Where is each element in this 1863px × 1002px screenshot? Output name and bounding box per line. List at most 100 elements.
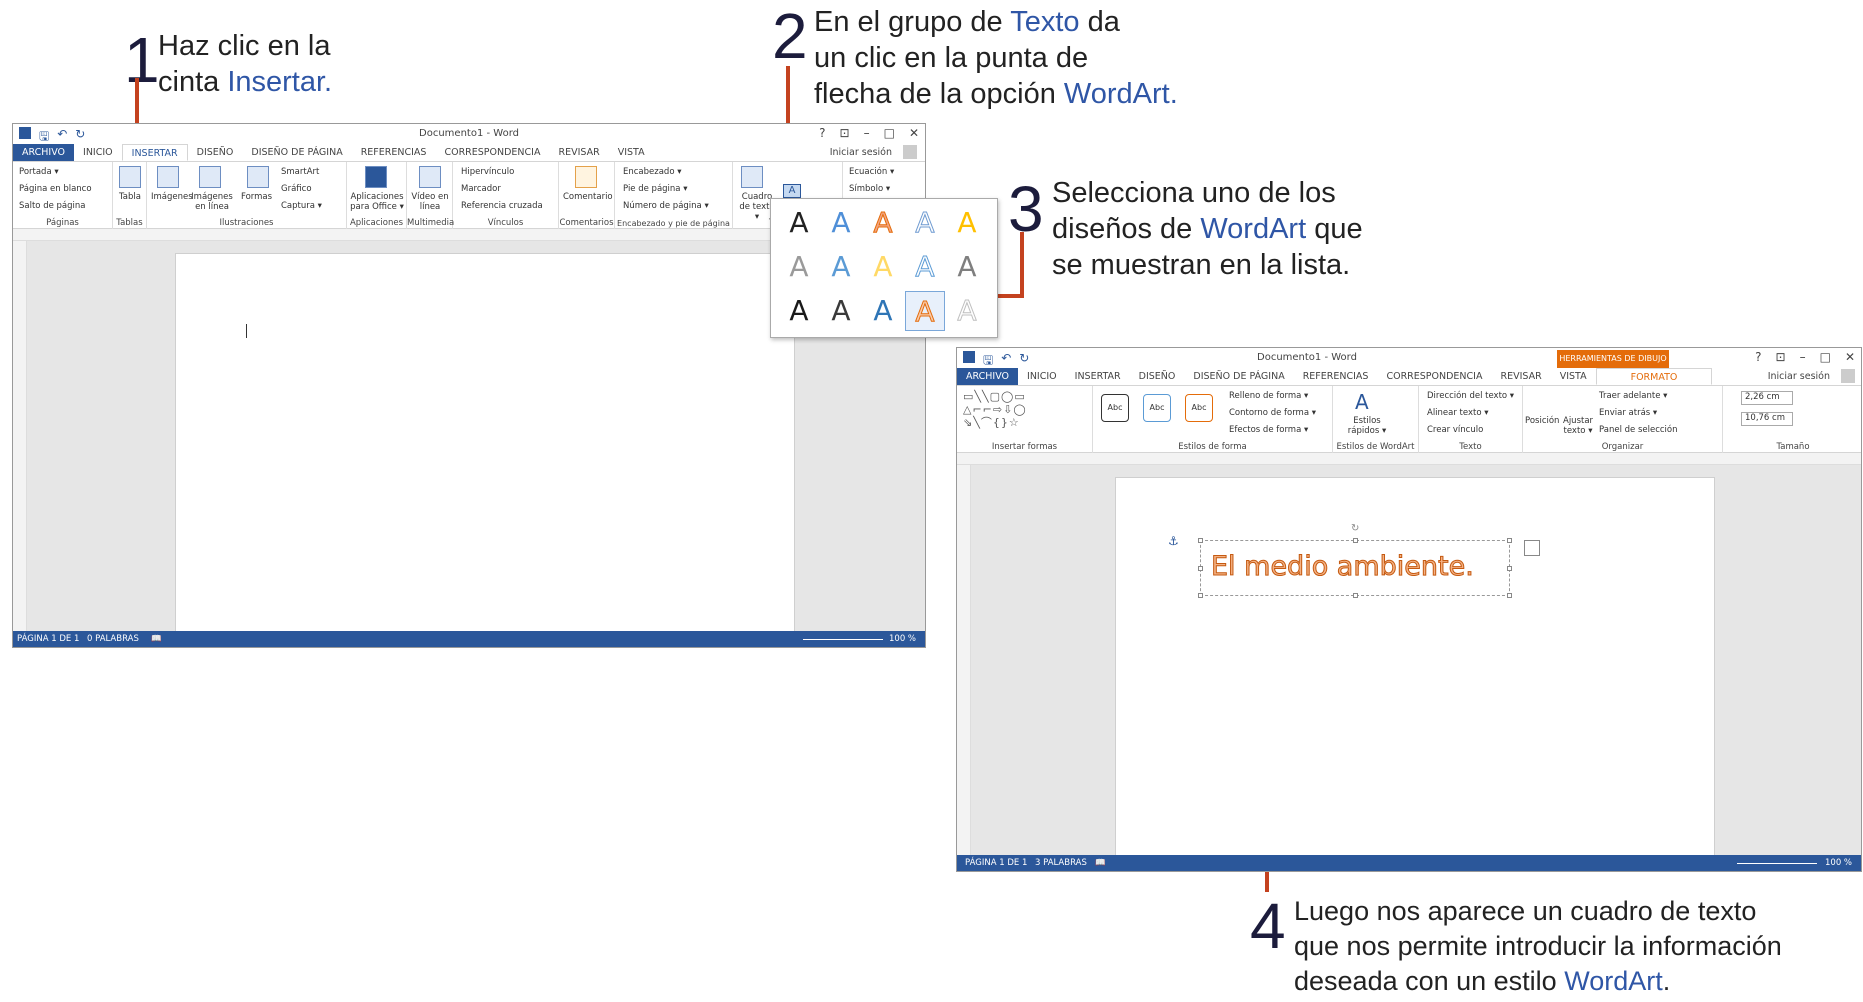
captura-button[interactable]: Captura ▾ [281, 201, 322, 211]
imagenes-en-linea-button[interactable]: Imágenes en línea [189, 192, 235, 212]
width-input[interactable]: 10,76 cm [1741, 412, 1793, 426]
vertical-ruler[interactable] [13, 241, 27, 631]
pie-de-pagina-button[interactable]: Pie de página ▾ [623, 184, 688, 194]
tab-diseno[interactable]: DISEÑO [1130, 368, 1185, 385]
numero-de-pagina-button[interactable]: Número de página ▾ [623, 201, 709, 211]
zoom-slider[interactable] [1737, 863, 1817, 864]
ajustar-texto-button[interactable]: Ajustar texto ▾ [1563, 416, 1593, 436]
shapes-gallery[interactable]: ▭╲╲▢◯▭ △⌐⌐⇨⇩◯ ⇘╲⌒{}☆ [963, 390, 1063, 432]
wordart-style-option[interactable]: A [863, 247, 903, 287]
wordart-style-option[interactable]: A [779, 247, 819, 287]
proofing-icon[interactable]: 📖 [151, 634, 162, 644]
tab-archivo[interactable]: ARCHIVO [957, 368, 1019, 385]
zoom-level[interactable]: 100 % [1825, 858, 1852, 868]
shape-style-sample[interactable]: Abc [1185, 394, 1213, 422]
proofing-icon[interactable]: 📖 [1095, 858, 1106, 868]
tab-diseno-pagina[interactable]: DISEÑO DE PÁGINA [242, 144, 351, 161]
wordart-style-option[interactable]: A [779, 291, 819, 331]
ecuacion-button[interactable]: Ecuación ▾ [849, 167, 894, 177]
video-en-linea-button[interactable]: Vídeo en línea [409, 192, 451, 212]
tab-referencias[interactable]: REFERENCIAS [1294, 368, 1378, 385]
help-icon[interactable]: ? [819, 126, 825, 140]
page-count[interactable]: PÁGINA 1 DE 1 [17, 634, 79, 644]
grafico-button[interactable]: Gráfico [281, 184, 312, 194]
efectos-de-forma-button[interactable]: Efectos de forma ▾ [1229, 425, 1308, 435]
height-input[interactable]: 2,26 cm [1741, 391, 1793, 405]
wordart-style-option[interactable]: A [821, 203, 861, 243]
smartart-button[interactable]: SmartArt [281, 167, 319, 177]
hipervinculo-button[interactable]: Hipervínculo [461, 167, 514, 177]
tab-revisar[interactable]: REVISAR [1491, 368, 1550, 385]
sign-in-link[interactable]: Iniciar sesión [821, 144, 901, 161]
vertical-ruler[interactable] [957, 465, 971, 855]
maximize-icon[interactable]: □ [884, 126, 895, 140]
resize-handle[interactable] [1198, 538, 1203, 543]
portada-button[interactable]: Portada ▾ [19, 167, 59, 177]
rotate-handle-icon[interactable]: ↻ [1351, 523, 1359, 534]
word-count[interactable]: 3 PALABRAS [1035, 858, 1087, 868]
tab-insertar[interactable]: INSERTAR [1066, 368, 1130, 385]
marcador-button[interactable]: Marcador [461, 184, 501, 194]
wordart-style-option[interactable]: A [905, 291, 945, 331]
tab-inicio[interactable]: INICIO [74, 144, 122, 161]
simbolo-button[interactable]: Símbolo ▾ [849, 184, 890, 194]
formas-button[interactable]: Formas [241, 192, 272, 202]
tab-correspondencia[interactable]: CORRESPONDENCIA [435, 144, 549, 161]
wordart-style-option[interactable]: A [821, 247, 861, 287]
help-icon[interactable]: ? [1755, 350, 1761, 364]
shape-style-sample[interactable]: Abc [1101, 394, 1129, 422]
resize-handle[interactable] [1353, 538, 1358, 543]
comentario-button[interactable]: Comentario [563, 192, 613, 202]
resize-handle[interactable] [1198, 593, 1203, 598]
wordart-style-option[interactable]: A [821, 291, 861, 331]
relleno-de-forma-button[interactable]: Relleno de forma ▾ [1229, 391, 1308, 401]
tab-inicio[interactable]: INICIO [1018, 368, 1066, 385]
enviar-atras-button[interactable]: Enviar atrás ▾ [1599, 408, 1657, 418]
wordart-style-option[interactable]: A [947, 247, 987, 287]
wordart-style-option[interactable]: A [863, 203, 903, 243]
word-count[interactable]: 0 PALABRAS [87, 634, 139, 644]
resize-handle[interactable] [1507, 593, 1512, 598]
contorno-de-forma-button[interactable]: Contorno de forma ▾ [1229, 408, 1316, 418]
resize-handle[interactable] [1353, 593, 1358, 598]
sign-in-link[interactable]: Iniciar sesión [1759, 368, 1839, 385]
posicion-button[interactable]: Posición [1525, 416, 1559, 426]
layout-options-icon[interactable] [1524, 540, 1540, 556]
encabezado-button[interactable]: Encabezado ▾ [623, 167, 682, 177]
wordart-style-option[interactable]: A [905, 247, 945, 287]
close-icon[interactable]: ✕ [1845, 350, 1855, 364]
pagina-en-blanco-button[interactable]: Página en blanco [19, 184, 92, 194]
tab-correspondencia[interactable]: CORRESPONDENCIA [1377, 368, 1491, 385]
document-page[interactable]: ⚓ ↻ El medio ambiente. [1115, 477, 1715, 871]
tabla-button[interactable]: Tabla [119, 192, 141, 202]
ribbon-display-icon[interactable]: ⊡ [840, 126, 850, 140]
minimize-icon[interactable]: – [864, 126, 870, 140]
tab-referencias[interactable]: REFERENCIAS [352, 144, 436, 161]
tab-revisar[interactable]: REVISAR [549, 144, 608, 161]
document-page[interactable] [175, 253, 795, 647]
tab-diseno[interactable]: DISEÑO [188, 144, 243, 161]
zoom-level[interactable]: 100 % [889, 634, 916, 644]
wordart-button[interactable]: A [783, 184, 801, 198]
tab-vista[interactable]: VISTA [609, 144, 654, 161]
tab-insertar[interactable]: INSERTAR [121, 144, 188, 161]
page-count[interactable]: PÁGINA 1 DE 1 [965, 858, 1027, 868]
direccion-del-texto-button[interactable]: Dirección del texto ▾ [1427, 391, 1514, 401]
close-icon[interactable]: ✕ [909, 126, 919, 140]
salto-de-pagina-button[interactable]: Salto de página [19, 201, 86, 211]
tab-diseno-pagina[interactable]: DISEÑO DE PÁGINA [1184, 368, 1293, 385]
panel-de-seleccion-button[interactable]: Panel de selección [1599, 425, 1678, 435]
aplicaciones-office-button[interactable]: Aplicaciones para Office ▾ [349, 192, 405, 212]
wordart-style-option[interactable]: A [863, 291, 903, 331]
referencia-cruzada-button[interactable]: Referencia cruzada [461, 201, 543, 211]
wordart-text-box[interactable]: ↻ El medio ambiente. [1198, 523, 1512, 598]
wordart-text[interactable]: El medio ambiente. [1211, 551, 1475, 583]
tab-formato[interactable]: FORMATO [1595, 368, 1713, 385]
resize-handle[interactable] [1507, 538, 1512, 543]
wordart-style-option[interactable]: A [947, 291, 987, 331]
crear-vinculo-button[interactable]: Crear vínculo [1427, 425, 1483, 435]
tab-archivo[interactable]: ARCHIVO [13, 144, 75, 161]
estilos-rapidos-button[interactable]: Estilos rápidos ▾ [1347, 416, 1387, 436]
shape-style-sample[interactable]: Abc [1143, 394, 1171, 422]
maximize-icon[interactable]: □ [1820, 350, 1831, 364]
